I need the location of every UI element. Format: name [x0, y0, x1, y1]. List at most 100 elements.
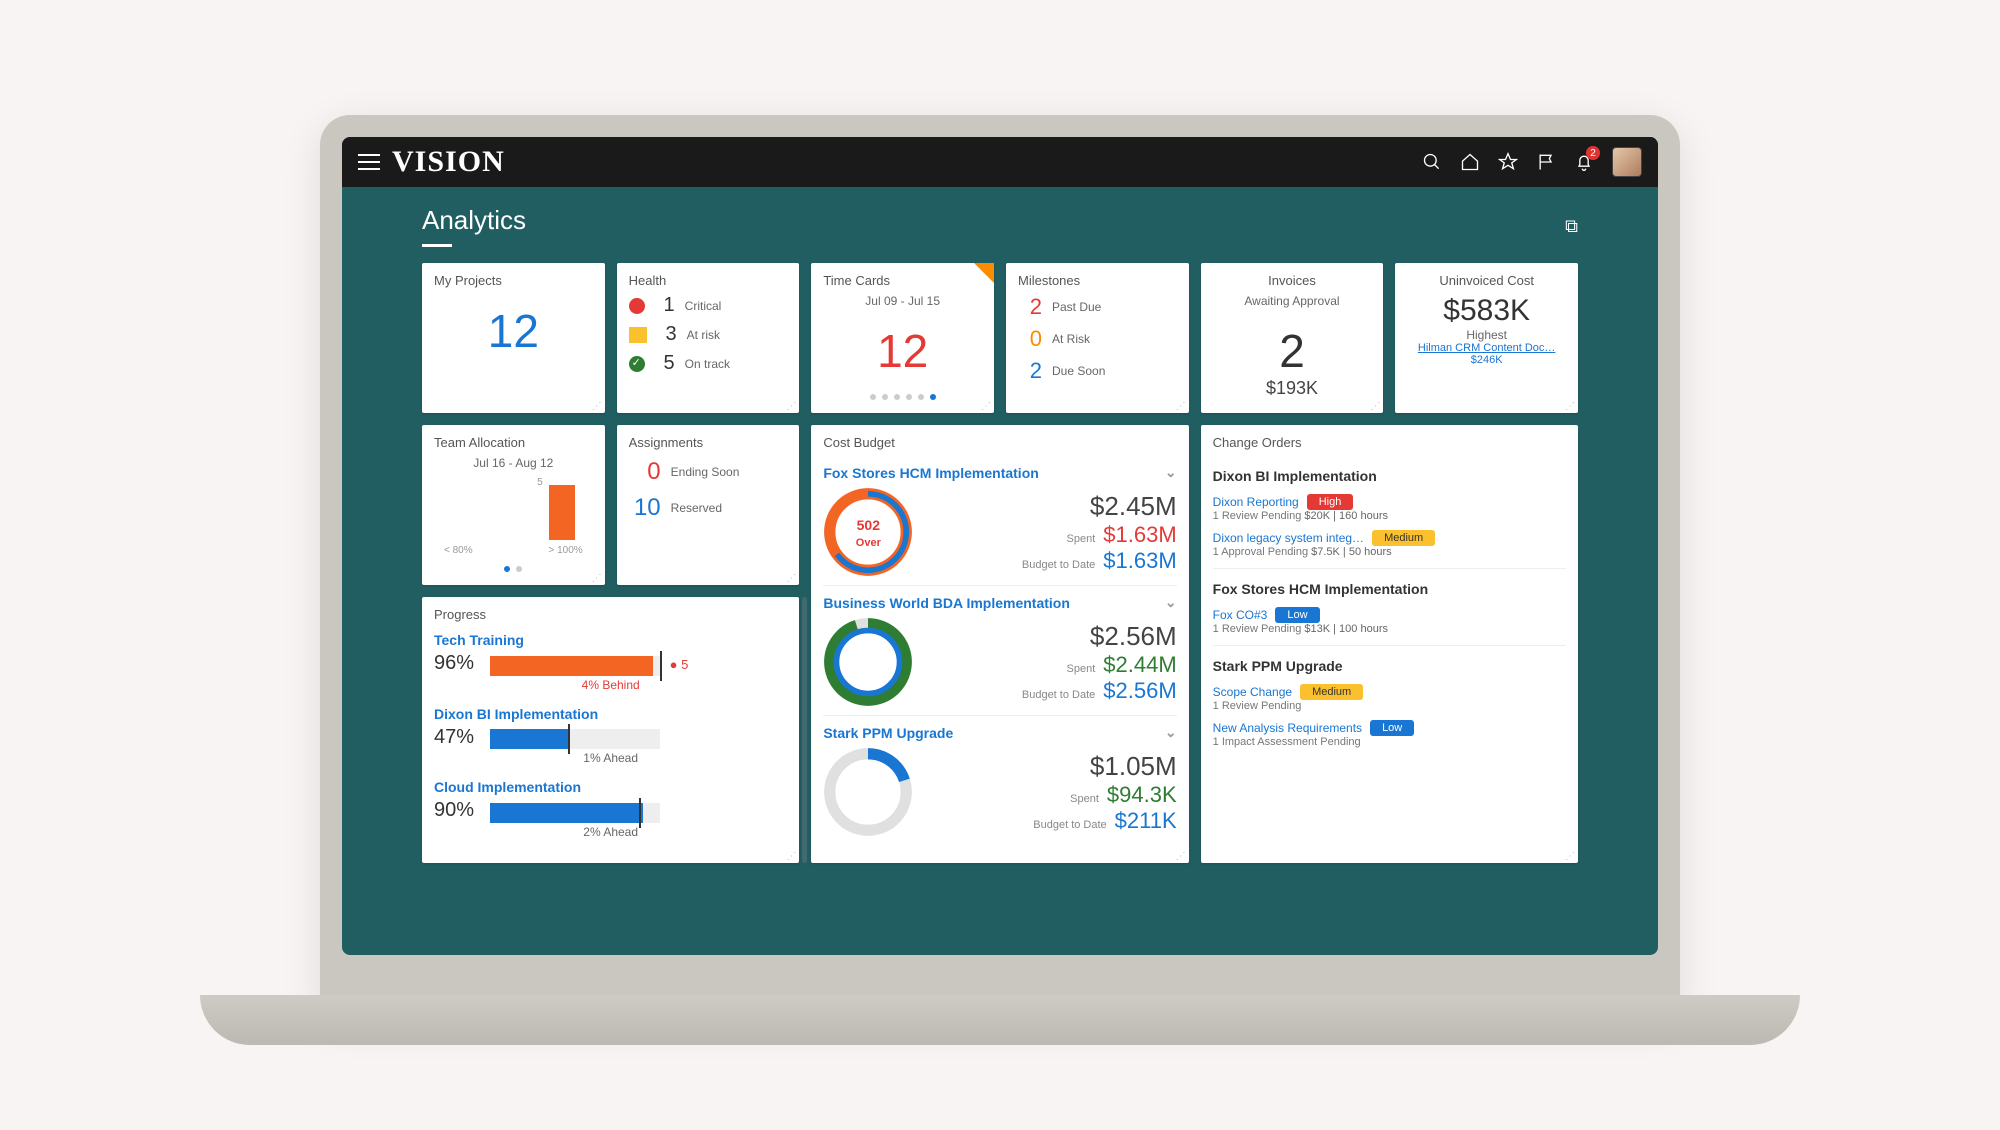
uninvoiced-sublabel: Highest: [1407, 328, 1566, 342]
home-icon[interactable]: [1460, 152, 1480, 172]
milestone-count: 2: [1018, 294, 1042, 320]
resize-handle[interactable]: ⋰: [1565, 404, 1575, 410]
card-uninvoiced-cost[interactable]: Uninvoiced Cost $583K Highest Hilman CRM…: [1395, 263, 1578, 413]
card-progress[interactable]: Progress Tech Training 96% ● 5 4% Behind…: [422, 597, 799, 863]
card-title: Assignments: [629, 435, 788, 450]
card-time-cards[interactable]: Time Cards Jul 09 - Jul 15 12 ⋰: [811, 263, 994, 413]
laptop-frame: VISION 2: [320, 115, 1680, 1015]
star-icon[interactable]: [1498, 152, 1518, 172]
progress-item[interactable]: Tech Training 96% ● 5 4% Behind: [434, 632, 787, 692]
app-logo[interactable]: VISION: [392, 145, 505, 179]
milestone-row: 2 Due Soon: [1018, 358, 1177, 384]
resize-handle[interactable]: ⋰: [981, 404, 991, 410]
budget-section-header[interactable]: Business World BDA Implementation ⌄: [823, 594, 1176, 611]
budget-project-name: Fox Stores HCM Implementation: [823, 465, 1038, 481]
order-item[interactable]: Dixon Reporting High 1 Review Pending $2…: [1213, 490, 1566, 526]
resize-handle[interactable]: ⋰: [1565, 854, 1575, 860]
card-title: Progress: [434, 607, 787, 622]
order-item[interactable]: Dixon legacy system integ… Medium 1 Appr…: [1213, 526, 1566, 562]
order-item-link[interactable]: New Analysis Requirements: [1213, 721, 1362, 735]
status-icon: [629, 356, 645, 372]
budget-todate-label: Budget to Date: [1022, 689, 1095, 701]
dashboard-grid: My Projects 12 ⋰ Health 1 Critical 3 At …: [342, 253, 1658, 883]
budget-todate-label: Budget to Date: [1033, 819, 1106, 831]
progress-name: Cloud Implementation: [434, 779, 787, 795]
search-icon[interactable]: [1422, 152, 1442, 172]
resize-handle[interactable]: ⋰: [1176, 854, 1186, 860]
resize-handle[interactable]: ⋰: [1370, 404, 1380, 410]
card-title: Team Allocation: [434, 435, 593, 450]
progress-name: Tech Training: [434, 632, 787, 648]
card-invoices[interactable]: Invoices Awaiting Approval 2 $193K ⋰: [1201, 263, 1384, 413]
order-item-right: $7.5K | 50 hours: [1311, 546, 1392, 558]
budget-project-name: Business World BDA Implementation: [823, 595, 1070, 611]
budget-spent: $94.3K: [1107, 782, 1177, 808]
milestone-label: Due Soon: [1052, 364, 1105, 378]
card-team-allocation[interactable]: Team Allocation Jul 16 - Aug 12 5 < 80% …: [422, 425, 605, 585]
order-item[interactable]: Fox CO#3 Low 1 Review Pending $13K | 100…: [1213, 603, 1566, 639]
milestone-count: 0: [1018, 326, 1042, 352]
progress-item[interactable]: Cloud Implementation 90% 2% Ahead: [434, 779, 787, 839]
health-label: On track: [685, 357, 730, 371]
card-title: Time Cards: [823, 273, 982, 288]
budget-section: Business World BDA Implementation ⌄ $2.5…: [823, 586, 1176, 716]
card-title: My Projects: [434, 273, 593, 288]
notification-badge: 2: [1586, 146, 1600, 160]
budget-spent-label: Spent: [1067, 663, 1096, 675]
budget-total: $1.05M: [1090, 751, 1177, 782]
card-title: Cost Budget: [823, 435, 1176, 450]
menu-icon[interactable]: [358, 154, 380, 170]
resize-handle[interactable]: ⋰: [592, 404, 602, 410]
budget-section-header[interactable]: Fox Stores HCM Implementation ⌄: [823, 464, 1176, 481]
scrollbar[interactable]: [802, 597, 807, 863]
uninvoiced-top-link[interactable]: Hilman CRM Content Doc…: [1407, 342, 1566, 354]
copy-icon[interactable]: ⧉: [1565, 216, 1578, 236]
screen: VISION 2: [342, 137, 1658, 955]
card-my-projects[interactable]: My Projects 12 ⋰: [422, 263, 605, 413]
budget-section-header[interactable]: Stark PPM Upgrade ⌄: [823, 724, 1176, 741]
progress-item[interactable]: Dixon BI Implementation 47% 1% Ahead: [434, 706, 787, 766]
order-item[interactable]: Scope Change Medium 1 Review Pending: [1213, 680, 1566, 716]
order-item-right: $13K | 100 hours: [1304, 623, 1388, 635]
flag-icon[interactable]: [1536, 152, 1556, 172]
health-row: 5 On track: [629, 352, 788, 375]
health-count: 3: [657, 323, 677, 346]
milestone-row: 0 At Risk: [1018, 326, 1177, 352]
chevron-down-icon: ⌄: [1165, 464, 1177, 481]
bell-icon[interactable]: 2: [1574, 152, 1594, 172]
health-label: Critical: [685, 299, 722, 313]
milestone-label: Past Due: [1052, 300, 1101, 314]
order-item-link[interactable]: Fox CO#3: [1213, 608, 1268, 622]
progress-pct: 96%: [434, 652, 486, 675]
avatar[interactable]: [1612, 147, 1642, 177]
order-item-link[interactable]: Scope Change: [1213, 685, 1292, 699]
budget-project-name: Stark PPM Upgrade: [823, 725, 953, 741]
resize-handle[interactable]: ⋰: [592, 576, 602, 582]
pager-dots[interactable]: [823, 388, 982, 403]
order-item[interactable]: New Analysis Requirements Low 1 Impact A…: [1213, 716, 1566, 752]
card-assignments[interactable]: Assignments 0 Ending Soon 10 Reserved ⋰: [617, 425, 800, 585]
resize-handle[interactable]: ⋰: [786, 854, 796, 860]
progress-note: 1% Ahead: [434, 751, 787, 765]
order-item-sub: 1 Review Pending: [1213, 700, 1566, 712]
card-change-orders[interactable]: Change Orders Dixon BI Implementation Di…: [1201, 425, 1578, 863]
allocation-chart: 5 < 80% > 100%: [434, 470, 593, 560]
card-health[interactable]: Health 1 Critical 3 At risk 5 On track ⋰: [617, 263, 800, 413]
assignment-count: 0: [629, 458, 661, 486]
budget-todate-label: Budget to Date: [1022, 559, 1095, 571]
card-cost-budget[interactable]: Cost Budget Fox Stores HCM Implementatio…: [811, 425, 1188, 863]
order-group: Dixon BI Implementation Dixon Reporting …: [1213, 456, 1566, 569]
status-icon: [629, 298, 645, 314]
resize-handle[interactable]: ⋰: [786, 576, 796, 582]
pager-dots[interactable]: [434, 560, 593, 575]
order-item-link[interactable]: Dixon legacy system integ…: [1213, 531, 1364, 545]
health-label: At risk: [687, 328, 720, 342]
order-project-name: Dixon BI Implementation: [1213, 468, 1566, 484]
budget-spent-label: Spent: [1070, 793, 1099, 805]
card-milestones[interactable]: Milestones 2 Past Due 0 At Risk 2 Due So…: [1006, 263, 1189, 413]
order-item-link[interactable]: Dixon Reporting: [1213, 495, 1299, 509]
resize-handle[interactable]: ⋰: [1176, 404, 1186, 410]
resize-handle[interactable]: ⋰: [786, 404, 796, 410]
order-item-sub: 1 Review Pending $13K | 100 hours: [1213, 623, 1566, 635]
progress-note: 2% Ahead: [434, 825, 787, 839]
